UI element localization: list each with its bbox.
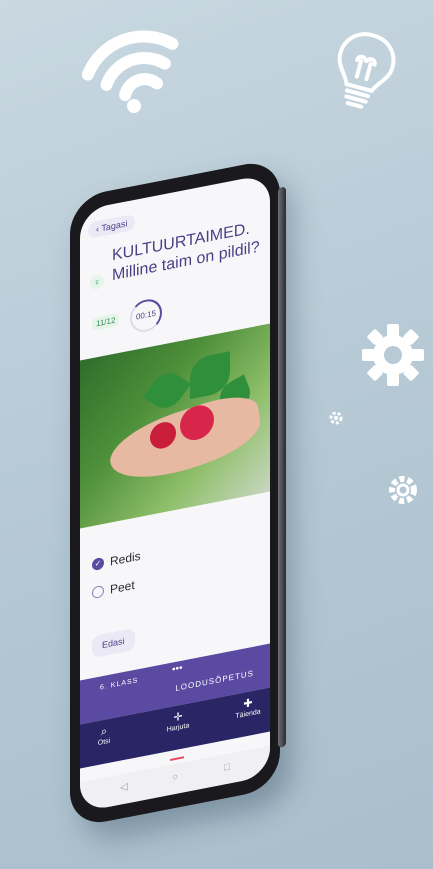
next-button[interactable]: Edasi — [92, 627, 135, 659]
recents-square-icon[interactable]: □ — [224, 761, 230, 773]
back-label: Tagasi — [101, 218, 128, 234]
question-image — [80, 323, 270, 529]
timer: 00:15 — [130, 296, 162, 335]
option-peet[interactable]: Peet — [92, 578, 135, 600]
phone-edge — [278, 186, 286, 748]
question-counter: 11/12 — [92, 312, 120, 332]
back-button[interactable]: ‹ Tagasi — [88, 213, 136, 239]
nav-item-otsi[interactable]: ⌕ Otsi — [84, 722, 124, 750]
option-label: Peet — [110, 577, 135, 597]
radio-unchecked-icon[interactable] — [92, 584, 104, 600]
active-tab-indicator — [170, 756, 184, 761]
nav-label: Otsi — [97, 737, 111, 748]
home-circle-icon[interactable]: ○ — [172, 771, 178, 783]
back-triangle-icon[interactable]: ◁ — [120, 781, 128, 793]
radio-checked-icon[interactable]: ✓ — [92, 556, 104, 572]
hand — [106, 386, 264, 494]
lightbulb-icon-small: ♀ — [90, 273, 104, 291]
option-label: Redis — [110, 548, 141, 569]
more-dots-icon[interactable]: ••• — [172, 663, 183, 676]
phone-screen: ‹ Tagasi ♀ KULTUURTAIMED. Milline taim o… — [80, 173, 270, 813]
phone-frame: ‹ Tagasi ♀ KULTUURTAIMED. Milline taim o… — [70, 157, 286, 829]
nav-item-taienda[interactable]: ✚ Täienda — [228, 694, 268, 722]
phone-mockup: ‹ Tagasi ♀ KULTUURTAIMED. Milline taim o… — [0, 0, 433, 869]
grade-label: 6. KLASS — [100, 677, 139, 692]
option-redis[interactable]: ✓ Redis — [92, 549, 141, 572]
nav-item-harjuta[interactable]: ✛ Harjuta — [158, 708, 198, 736]
question-title: KULTUURTAIMED. Milline taim on pildil? — [112, 220, 260, 285]
subject-label: LOODUSÕPETUS — [175, 668, 254, 693]
leaf — [143, 367, 191, 415]
